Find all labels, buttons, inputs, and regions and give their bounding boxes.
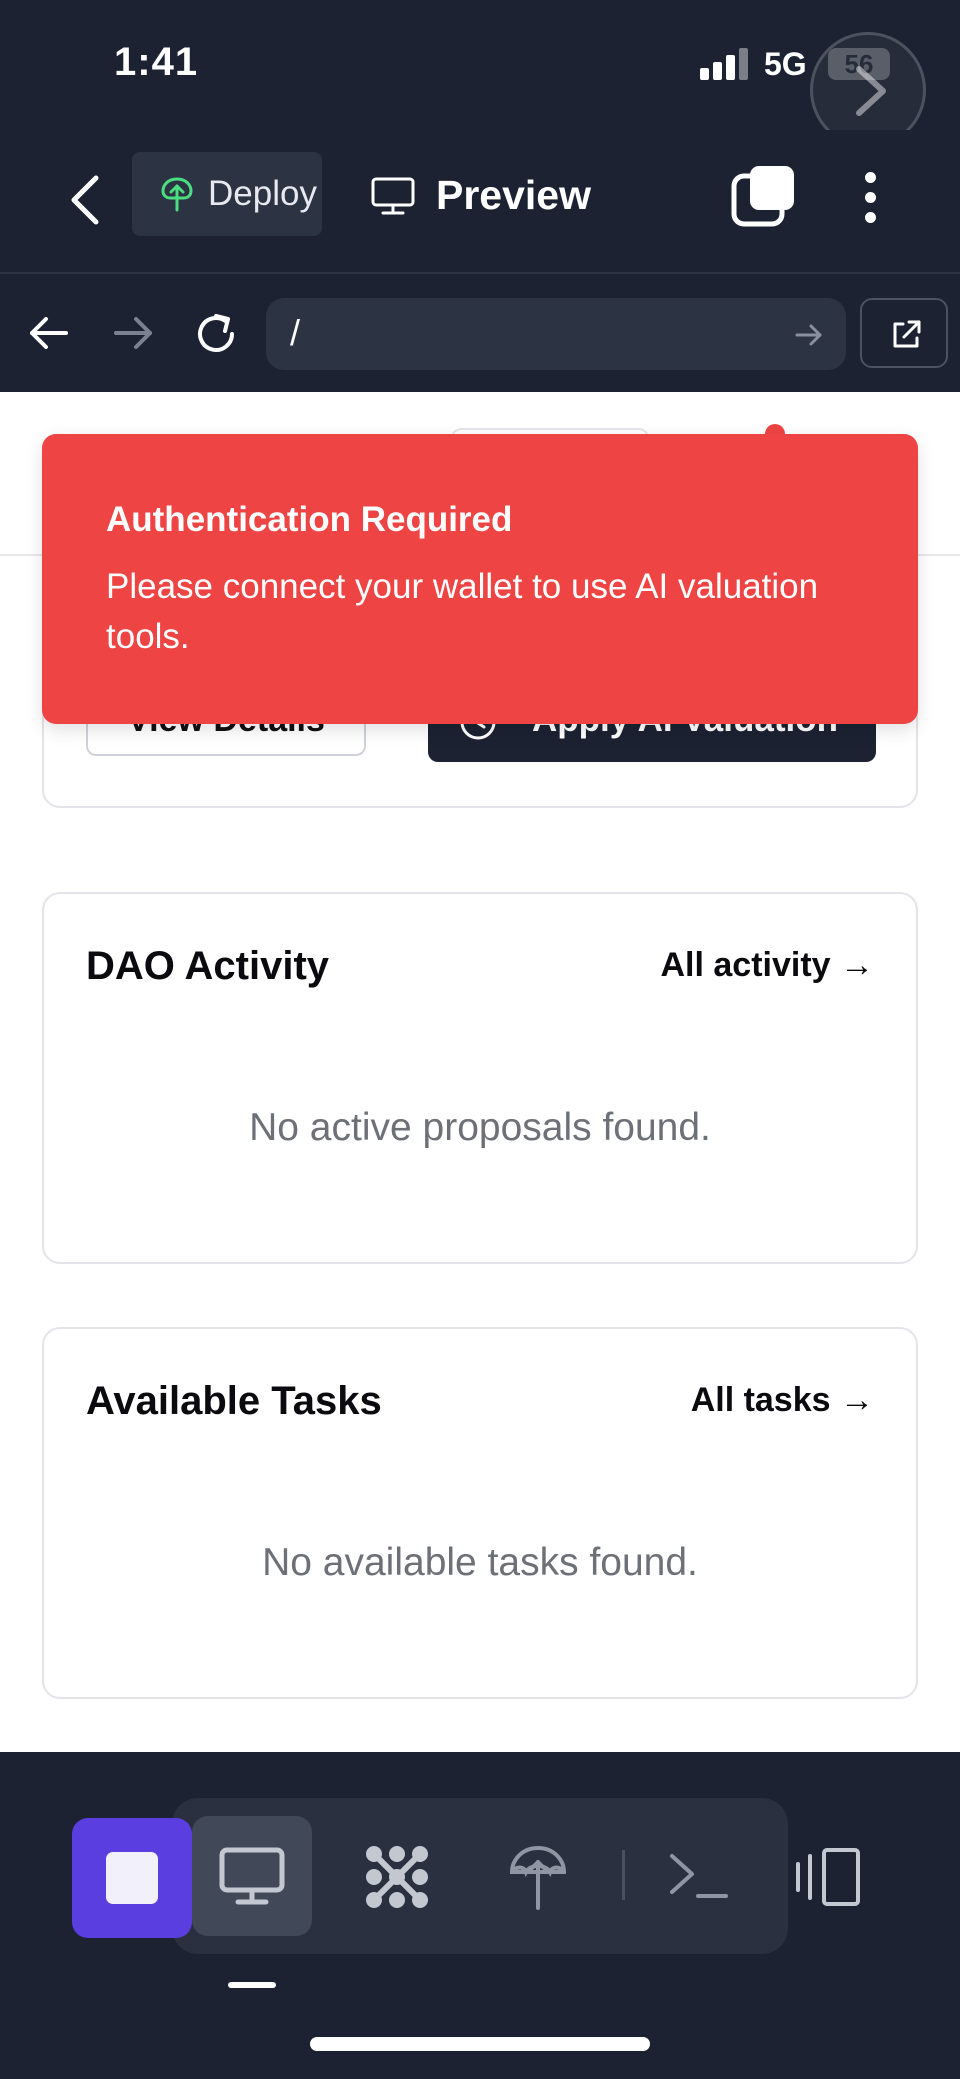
- arrow-right-icon: [795, 324, 822, 346]
- network-label: 5G: [764, 46, 807, 82]
- dock-preview-button[interactable]: [192, 1816, 312, 1936]
- tabs-button[interactable]: [730, 162, 800, 232]
- dock-panel-button[interactable]: [792, 1844, 864, 1915]
- go-button[interactable]: [794, 320, 824, 355]
- bottom-dock: [0, 1752, 960, 2079]
- auth-toast[interactable]: Authentication Required Please connect y…: [42, 434, 918, 724]
- monitor-icon: [370, 176, 416, 221]
- monitor-icon: [219, 1847, 285, 1905]
- panel-icon: [796, 1848, 860, 1906]
- tab-deploy[interactable]: Deploy: [132, 152, 322, 236]
- terminal-icon: [670, 1854, 728, 1898]
- available-tasks-title: Available Tasks: [86, 1379, 382, 1423]
- dao-empty-message: No active proposals found.: [249, 1106, 711, 1149]
- reload-icon: [198, 314, 234, 352]
- dock-deploy-button[interactable]: [478, 1816, 598, 1936]
- all-activity-link[interactable]: All activity →: [660, 946, 874, 985]
- open-external-button[interactable]: [860, 298, 948, 368]
- arrow-right-icon: [114, 317, 152, 349]
- deploy-icon: [509, 1845, 567, 1910]
- status-bar: 1:41 5G 56: [0, 0, 960, 148]
- app-toolbar: Deploy Preview: [0, 130, 960, 272]
- nav-forward-button[interactable]: [110, 310, 160, 356]
- dock-divider: [622, 1850, 625, 1900]
- tabs-icon: [731, 166, 794, 227]
- back-button[interactable]: [62, 170, 110, 230]
- deploy-tab-label: Deploy: [208, 174, 317, 213]
- dock-tool-group: [172, 1798, 788, 1954]
- tasks-empty-message: No available tasks found.: [262, 1541, 698, 1584]
- nav-back-button[interactable]: [26, 310, 76, 356]
- chevron-left-icon: [71, 175, 99, 225]
- url-input[interactable]: /: [266, 298, 846, 370]
- url-text: /: [290, 312, 301, 353]
- stop-button[interactable]: [72, 1818, 192, 1938]
- dao-activity-card: DAO Activity All activity → No active pr…: [42, 892, 918, 1264]
- arrow-left-icon: [30, 317, 68, 349]
- deploy-tree-icon: [160, 176, 194, 217]
- preview-tab-label: Preview: [436, 172, 591, 218]
- more-vertical-icon: [850, 172, 890, 223]
- toast-title: Authentication Required: [106, 500, 513, 539]
- reload-button[interactable]: [192, 310, 242, 356]
- agents-icon: [366, 1846, 428, 1908]
- dao-activity-title: DAO Activity: [86, 944, 330, 988]
- external-link-icon: [893, 320, 921, 348]
- active-dock-indicator: [228, 1982, 276, 1988]
- dock-terminal-button[interactable]: [638, 1816, 758, 1936]
- home-indicator[interactable]: [310, 2037, 650, 2051]
- signal-icon: [700, 48, 752, 80]
- all-tasks-link[interactable]: All tasks →: [691, 1381, 874, 1420]
- more-menu-button[interactable]: [850, 166, 890, 230]
- toast-message: Please connect your wallet to use AI val…: [106, 567, 819, 656]
- stop-icon: [106, 1852, 158, 1904]
- browser-bar: /: [0, 272, 960, 392]
- dock-agents-button[interactable]: [336, 1816, 456, 1936]
- available-tasks-card: Available Tasks All tasks → No available…: [42, 1327, 918, 1699]
- chevron-right-icon: [856, 66, 886, 116]
- status-time: 1:41: [114, 40, 199, 84]
